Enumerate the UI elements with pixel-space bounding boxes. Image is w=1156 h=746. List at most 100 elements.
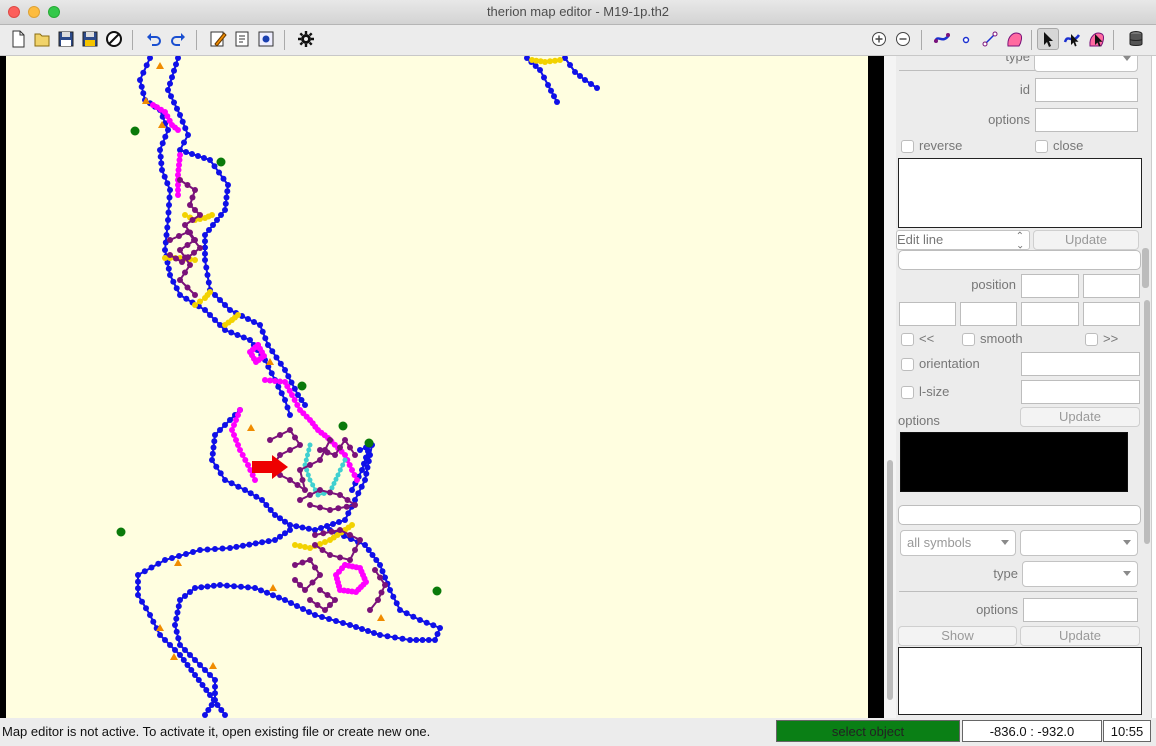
chamber-wall-point — [209, 450, 216, 457]
insert-point-icon[interactable] — [955, 28, 977, 50]
new-file-icon[interactable] — [7, 28, 29, 50]
orientation-input[interactable] — [1021, 352, 1140, 376]
position-x-input[interactable] — [1021, 274, 1079, 298]
insert-area-pink-icon[interactable] — [1003, 28, 1025, 50]
west-wall-upper-point — [164, 180, 171, 187]
west-wall-upper-point — [167, 272, 173, 278]
lsize-input[interactable] — [1021, 380, 1140, 404]
east-wall-upper-point — [205, 279, 212, 286]
select-arrow-icon[interactable] — [1037, 28, 1059, 50]
open-folder-icon[interactable] — [31, 28, 53, 50]
purple-cluster-0-point — [177, 247, 183, 253]
control2-x-input[interactable] — [1021, 302, 1079, 326]
reverse-checkbox[interactable] — [901, 140, 914, 153]
ne-wall-a-point — [554, 99, 560, 105]
west-wall-upper-point — [170, 278, 177, 285]
edit-line-select[interactable]: Edit line ⌃ ⌃ — [896, 230, 1030, 250]
smooth-checkbox[interactable] — [962, 333, 975, 346]
vertical-scroll-thumb[interactable] — [887, 460, 893, 700]
south-wall-east-point — [437, 625, 443, 631]
chamber-wall-point — [217, 470, 224, 477]
id-input[interactable] — [1035, 78, 1138, 102]
south-wall-east-point — [377, 562, 383, 568]
symbols-select[interactable]: all symbols — [900, 530, 1016, 556]
panel-scroll-thumb-top[interactable] — [1142, 248, 1149, 288]
purple-cluster-5-point — [292, 562, 298, 568]
west-wall-upper-point — [212, 317, 218, 323]
purple-cluster-2-point — [327, 437, 333, 443]
control1-y-input[interactable] — [960, 302, 1017, 326]
save-as-icon[interactable] — [79, 28, 101, 50]
line-text-area[interactable] — [898, 158, 1142, 228]
type-select[interactable] — [1034, 56, 1138, 72]
insert-area-icon[interactable] — [931, 28, 953, 50]
symbol-input[interactable] — [898, 505, 1141, 525]
map-canvas[interactable] — [0, 56, 884, 718]
east-wall-upper-point — [291, 385, 298, 392]
symbol-options-input[interactable] — [1023, 598, 1138, 622]
cyan-line-point — [342, 457, 348, 463]
symbol-type-select[interactable] — [1020, 530, 1138, 556]
ne-wall-a-point — [551, 93, 557, 100]
update-line-button[interactable]: Update — [1033, 230, 1139, 250]
redo-icon[interactable] — [167, 28, 189, 50]
yellow-d-point — [235, 312, 241, 318]
close-checkbox[interactable] — [1035, 140, 1048, 153]
control1-x-input[interactable] — [899, 302, 956, 326]
scrap-barrel-icon[interactable] — [1125, 28, 1147, 50]
line-point-input[interactable] — [898, 250, 1141, 270]
edit-text-icon[interactable] — [207, 28, 229, 50]
east-wall-upper-point — [277, 360, 284, 367]
south-wall-east-point — [207, 672, 213, 678]
zoom-in-icon[interactable] — [868, 28, 890, 50]
orientation-label: orientation — [919, 356, 980, 371]
west-wall-upper-point — [234, 332, 241, 338]
south-wall-west-point — [218, 707, 225, 713]
close-file-icon[interactable] — [103, 28, 125, 50]
map-drawing[interactable] — [6, 56, 868, 718]
purple-cluster-0-point — [177, 277, 183, 283]
point-text-area[interactable] — [900, 432, 1128, 492]
chamber-wall-point — [330, 521, 336, 527]
cyan-line-point — [303, 457, 309, 463]
purple-cluster-0-point — [192, 187, 198, 193]
select-pink-icon[interactable] — [1085, 28, 1107, 50]
chamber-wall-point — [235, 483, 242, 490]
update-point-button[interactable]: Update — [1020, 407, 1140, 427]
survey-marker-6 — [269, 584, 277, 591]
symbol-text-area[interactable] — [898, 647, 1142, 715]
vertical-scrollbar[interactable] — [884, 56, 896, 718]
orientation-checkbox[interactable] — [901, 358, 914, 371]
south-wall-west-point — [155, 560, 162, 567]
south-wall-west-point — [190, 549, 196, 555]
previous-checkbox[interactable] — [901, 333, 914, 346]
chamber-wall-point — [355, 490, 362, 497]
south-wall-east-point — [371, 630, 377, 636]
settings-small-icon[interactable] — [255, 28, 277, 50]
lsize-checkbox[interactable] — [901, 386, 914, 399]
select-area-icon[interactable] — [1061, 28, 1083, 50]
chamber-wall-point — [210, 444, 217, 451]
west-wall-upper-point — [157, 153, 164, 160]
edit-info-icon[interactable] — [231, 28, 253, 50]
save-icon[interactable] — [55, 28, 77, 50]
next-checkbox[interactable] — [1085, 333, 1098, 346]
show-button[interactable]: Show — [898, 626, 1017, 646]
control2-y-input[interactable] — [1083, 302, 1140, 326]
survey-marker-9 — [209, 662, 217, 669]
cave-map[interactable] — [6, 56, 868, 718]
position-y-input[interactable] — [1083, 274, 1140, 298]
gear-icon[interactable] — [295, 28, 317, 50]
ne-wall-a-point — [548, 87, 554, 94]
south-wall-east-point — [174, 609, 181, 616]
options-input[interactable] — [1035, 108, 1138, 132]
panel-scroll-thumb[interactable] — [1144, 300, 1150, 544]
cyan-line-point — [340, 462, 346, 468]
insert-line-icon[interactable] — [979, 28, 1001, 50]
undo-icon[interactable] — [143, 28, 165, 50]
purple-cluster-0-point — [182, 222, 188, 228]
cyan-line-point — [315, 492, 321, 498]
update-symbol-button[interactable]: Update — [1020, 626, 1140, 646]
zoom-out-icon[interactable] — [892, 28, 914, 50]
symbol-type2-select[interactable] — [1022, 561, 1138, 587]
